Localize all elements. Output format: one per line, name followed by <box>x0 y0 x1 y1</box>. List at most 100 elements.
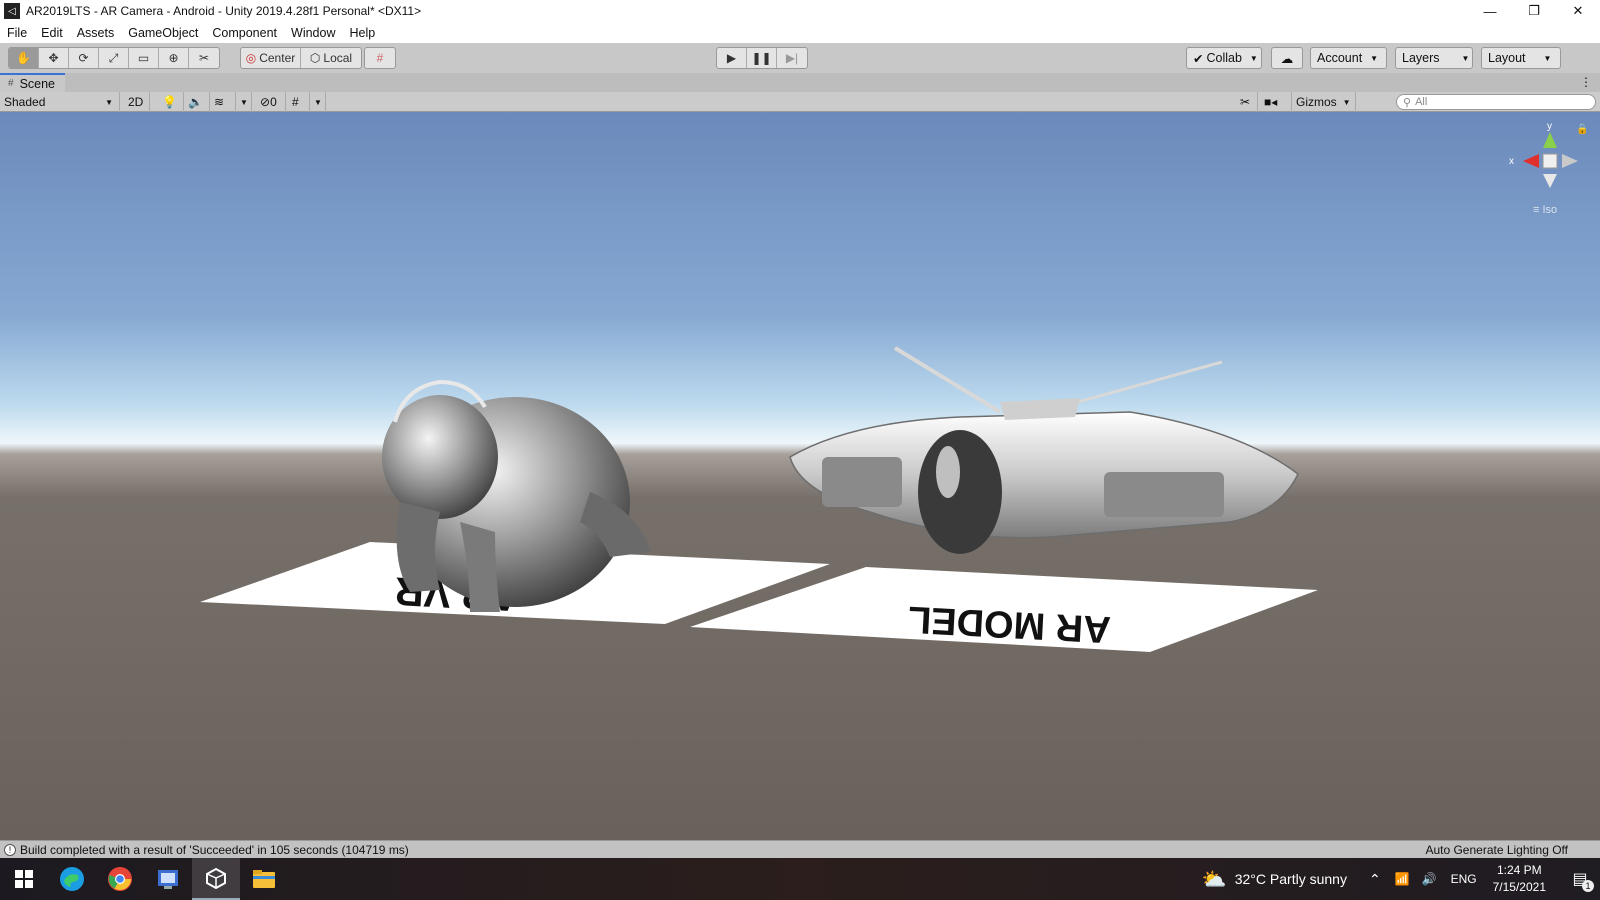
language-indicator[interactable]: ENG <box>1451 872 1477 886</box>
menu-window[interactable]: Window <box>284 26 342 40</box>
lighting-status: Auto Generate Lighting Off <box>1425 842 1568 857</box>
windows-logo <box>15 870 33 888</box>
menu-file[interactable]: File <box>0 26 34 40</box>
weather-widget[interactable]: ⛅ 32°C Partly sunny <box>1202 867 1347 892</box>
collab-label: Collab <box>1206 51 1242 65</box>
pivot-local-label: Local <box>323 51 353 65</box>
ship-cockpit <box>918 430 1002 554</box>
transform-tool-icon[interactable]: ⊕ <box>159 48 189 68</box>
chevron-down-icon: ▼ <box>1543 53 1552 63</box>
menu-help[interactable]: Help <box>342 26 382 40</box>
scale-tool-icon[interactable]: ⤢ <box>99 48 129 68</box>
camera-settings-icon[interactable]: ■◂ <box>1260 92 1292 112</box>
pivot-local-button[interactable]: ⬡ Local <box>301 48 361 68</box>
gizmo-projection-label[interactable]: ≡ Iso <box>1533 204 1557 216</box>
chevron-down-icon: ▼ <box>1249 53 1258 63</box>
ship-cockpit-highlight <box>936 446 960 498</box>
2d-toggle-button[interactable]: 2D <box>124 92 150 112</box>
draw-mode-label: Shaded <box>4 95 46 109</box>
file-explorer-icon[interactable] <box>240 858 288 900</box>
pivot-toggles: ◎ Center ⬡ Local <box>240 47 362 69</box>
hidden-objects-toggle[interactable]: ⊘ 0 <box>256 92 286 112</box>
layers-label: Layers <box>1402 51 1440 65</box>
clock[interactable]: 1:24 PM 7/15/2021 <box>1493 862 1546 896</box>
cloud-button[interactable]: ☁ <box>1271 47 1303 69</box>
eye-slash-icon: ⊘ <box>260 95 271 109</box>
layout-label: Layout <box>1488 51 1526 65</box>
lighting-toggle-icon[interactable]: 💡 <box>158 92 184 112</box>
minimize-button[interactable]: — <box>1468 0 1512 22</box>
more-options-icon[interactable]: ⋮ <box>1580 75 1592 89</box>
weather-text: 32°C Partly sunny <box>1234 871 1347 887</box>
gizmos-dropdown[interactable]: Gizmos ▼ <box>1292 92 1356 112</box>
draw-mode-dropdown[interactable]: Shaded ▼ <box>0 92 120 112</box>
hand-tool-icon[interactable]: ✋ <box>9 48 39 68</box>
rotate-tool-icon[interactable]: ⟳ <box>69 48 99 68</box>
chrome-icon[interactable] <box>96 858 144 900</box>
audio-toggle-icon[interactable]: 🔈 <box>184 92 210 112</box>
menu-assets[interactable]: Assets <box>70 26 122 40</box>
menu-edit[interactable]: Edit <box>34 26 70 40</box>
hidden-count: 0 <box>270 95 277 109</box>
window-title: AR2019LTS - AR Camera - Android - Unity … <box>26 4 422 18</box>
scene-search-input[interactable]: ⚲ All <box>1396 94 1596 110</box>
pivot-center-button[interactable]: ◎ Center <box>241 48 301 68</box>
play-icon[interactable]: ▶ <box>717 48 747 68</box>
scene-render: AR VR AR MODEL y x ≡ Iso 🔒 <box>0 112 1600 840</box>
gizmo-x-label: x <box>1509 156 1514 167</box>
effects-toggle-icon[interactable]: ≋ <box>210 92 236 112</box>
window-controls: — ❐ ✕ <box>1468 0 1600 22</box>
ship-left-intake <box>822 457 902 507</box>
close-button[interactable]: ✕ <box>1556 0 1600 22</box>
search-icon: ⚲ <box>1403 96 1412 109</box>
move-tool-icon[interactable]: ✥ <box>39 48 69 68</box>
gizmo-center-cube[interactable] <box>1542 153 1558 169</box>
transform-tools: ✋ ✥ ⟳ ⤢ ▭ ⊕ ✂ <box>8 47 220 69</box>
grid-icon: # <box>8 78 14 89</box>
unity-logo <box>206 867 226 889</box>
restore-button[interactable]: ❐ <box>1512 0 1556 22</box>
effects-dropdown-icon[interactable]: ▼ <box>236 92 252 112</box>
windows-taskbar: ⛅ 32°C Partly sunny ⌃ 📶 🔊 ENG 1:24 PM 7/… <box>0 858 1600 900</box>
partly-sunny-icon: ⛅ <box>1201 868 1227 891</box>
lock-icon[interactable]: 🔒 <box>1576 123 1588 135</box>
grid-dropdown-icon[interactable]: ▼ <box>310 92 326 112</box>
scene-view-toolbar: Shaded ▼ 2D 💡 🔈 ≋ ▼ ⊘ 0 # ▼ ✂ ■◂ Gizmos ▼ ⚲… <box>0 92 1600 112</box>
grid-toggle-icon[interactable]: # <box>288 92 310 112</box>
pause-icon[interactable]: ❚❚ <box>747 48 777 68</box>
chevron-down-icon: ▼ <box>1342 97 1351 107</box>
account-dropdown[interactable]: Account ▼ <box>1310 47 1387 69</box>
folder-logo <box>253 870 275 888</box>
edge-icon[interactable] <box>48 858 96 900</box>
visual-studio-icon[interactable] <box>144 858 192 900</box>
layers-dropdown[interactable]: Layers ▼ <box>1395 47 1473 69</box>
start-icon[interactable] <box>0 858 48 900</box>
tab-scene[interactable]: # Scene <box>0 73 66 92</box>
menu-gameobject[interactable]: GameObject <box>121 26 205 40</box>
notification-center-icon[interactable]: ▤ 1 <box>1560 858 1600 900</box>
local-space-icon: ⬡ <box>309 51 321 65</box>
unity-taskbar-icon[interactable] <box>192 858 240 900</box>
step-icon[interactable]: ▶| <box>777 48 807 68</box>
clock-time: 1:24 PM <box>1496 863 1542 877</box>
gizmo-y-label: y <box>1547 121 1552 132</box>
notification-badge: 1 <box>1582 880 1594 892</box>
account-label: Account <box>1317 51 1363 65</box>
layout-dropdown[interactable]: Layout ▼ <box>1481 47 1561 69</box>
tools-icon[interactable]: ✂ <box>1236 92 1258 112</box>
ship-right-intake <box>1104 472 1224 517</box>
menu-component[interactable]: Component <box>205 26 284 40</box>
chevron-up-icon[interactable]: ⌃ <box>1369 871 1381 888</box>
clock-date: 7/15/2021 <box>1492 880 1546 894</box>
scene-viewport[interactable]: AR VR AR MODEL y x ≡ Iso 🔒 <box>0 112 1600 840</box>
grid-snap-icon[interactable]: # <box>365 48 395 68</box>
playmode-controls: ▶ ❚❚ ▶| <box>716 47 808 69</box>
info-icon: ! <box>4 843 16 856</box>
collab-dropdown[interactable]: ✔ Collab ▼ <box>1186 47 1262 69</box>
status-message[interactable]: Build completed with a result of 'Succee… <box>20 843 409 857</box>
volume-icon[interactable]: 🔊 <box>1422 872 1437 886</box>
system-tray: ⛅ 32°C Partly sunny ⌃ 📶 🔊 ENG 1:24 PM 7/… <box>1202 858 1600 900</box>
rect-tool-icon[interactable]: ▭ <box>129 48 159 68</box>
custom-tool-icon[interactable]: ✂ <box>189 48 219 68</box>
network-icon[interactable]: 📶 <box>1395 872 1410 886</box>
